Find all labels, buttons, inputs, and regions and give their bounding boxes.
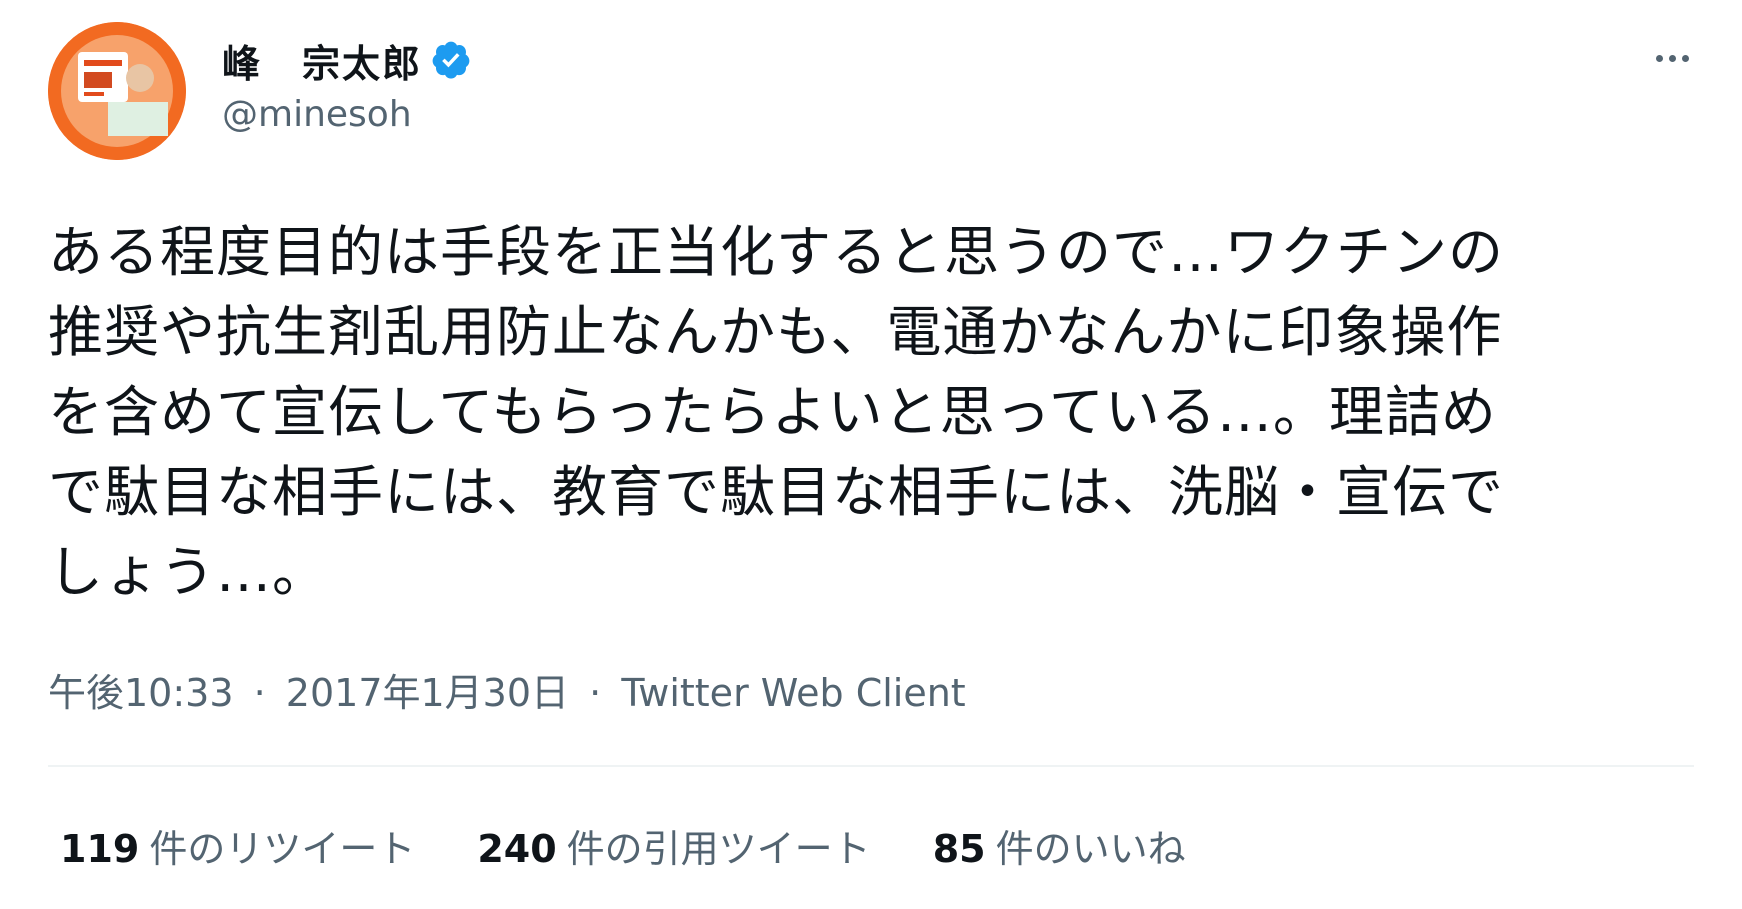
retweets-count: 119 (60, 827, 140, 871)
tweet-text-line: しょう…。 (48, 540, 329, 604)
tweet-text-line: 推奨や抗生剤乱用防止なんかも、電通かなんかに印象操作 (48, 300, 1503, 364)
verified-badge-icon (430, 39, 472, 81)
meta-separator: · (589, 671, 602, 715)
retweets-stat-link[interactable]: 119 件のリツイート (60, 818, 415, 873)
likes-stat-link[interactable]: 85 件のいいね (933, 818, 1186, 873)
meta-separator: · (253, 671, 266, 715)
avatar-image (48, 22, 186, 160)
tweet-card: 峰 宗太郎 @minesoh ある程度目的は手段を正当化すると思うので…ワクチン… (0, 0, 1742, 909)
likes-label: 件のいいね (995, 827, 1186, 871)
author-display-name[interactable]: 峰 宗太郎 (222, 33, 422, 88)
tweet-meta: 午後10:33 · 2017年1月30日 · Twitter Web Clien… (48, 662, 966, 717)
likes-count: 85 (932, 827, 986, 871)
quotes-count: 240 (477, 827, 557, 871)
tweet-stats: 119 件のリツイート 240 件の引用ツイート 85 件のいいね (60, 818, 1248, 873)
tweet-date-link[interactable]: 2017年1月30日 (286, 671, 569, 715)
quotes-label: 件の引用ツイート (566, 827, 871, 871)
tweet-text-line: で駄目な相手には、教育で駄目な相手には、洗脳・宣伝で (48, 460, 1505, 524)
tweet-text-line: ある程度目的は手段を正当化すると思うので…ワクチンの (48, 220, 1505, 284)
tweet-time-link[interactable]: 午後10:33 (48, 671, 234, 715)
more-options-button[interactable] (1646, 40, 1698, 76)
author-handle[interactable]: @minesoh (222, 94, 412, 135)
author-avatar[interactable] (48, 22, 186, 160)
retweets-label: 件のリツイート (149, 827, 416, 871)
tweet-text: ある程度目的は手段を正当化すると思うので…ワクチンの 推奨や抗生剤乱用防止なんか… (48, 212, 1688, 612)
ellipsis-icon (1655, 54, 1663, 62)
quotes-stat-link[interactable]: 240 件の引用ツイート (477, 818, 870, 873)
tweet-text-line: を含めて宣伝してもらったらよいと思っている…。理詰め (48, 380, 1497, 444)
ellipsis-icon (1681, 54, 1689, 62)
ellipsis-icon (1668, 54, 1676, 62)
tweet-source-link[interactable]: Twitter Web Client (621, 671, 965, 715)
author-name-row[interactable]: 峰 宗太郎 (222, 34, 472, 86)
divider (48, 765, 1694, 767)
